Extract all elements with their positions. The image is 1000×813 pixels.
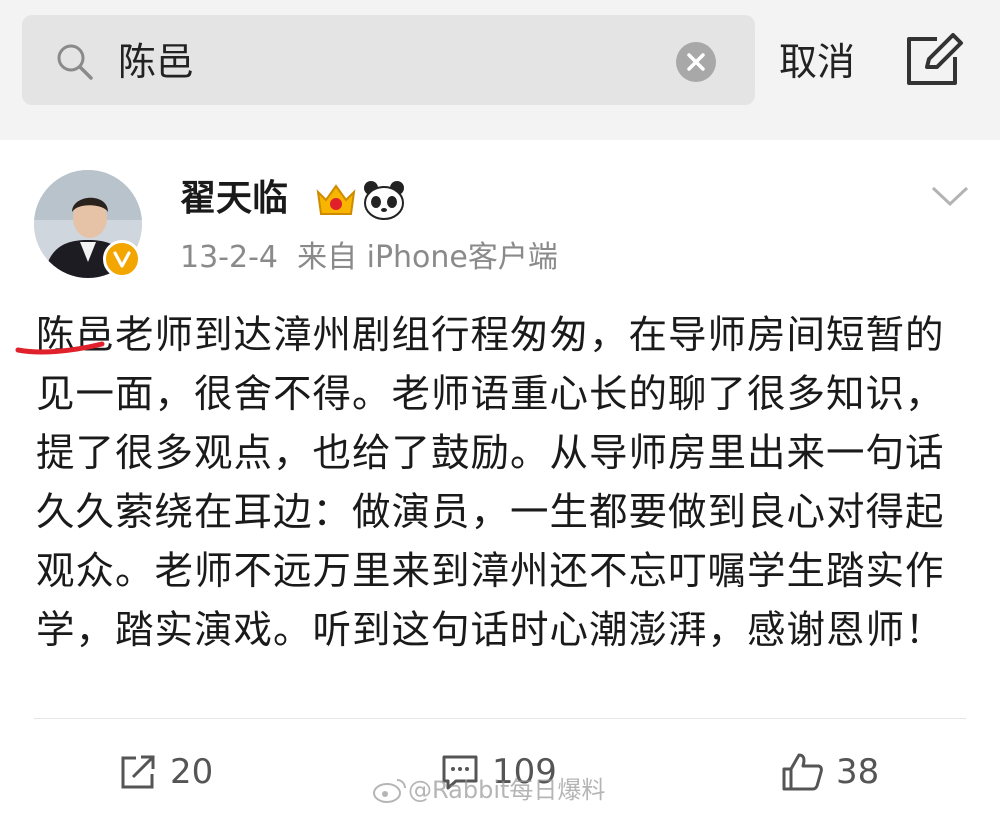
watermark: @Rabbit每日爆料 bbox=[372, 775, 605, 805]
search-input[interactable]: 陈邑 bbox=[118, 38, 194, 86]
cancel-button[interactable]: 取消 bbox=[779, 38, 855, 86]
like-button[interactable]: 38 bbox=[780, 750, 879, 794]
author-name[interactable]: 翟天临 bbox=[180, 176, 288, 222]
watermark-text: @Rabbit每日爆料 bbox=[408, 776, 606, 804]
divider bbox=[34, 718, 966, 719]
chevron-down-icon[interactable] bbox=[930, 184, 970, 208]
panda-icon bbox=[364, 181, 404, 220]
repost-icon bbox=[121, 755, 155, 789]
repost-button[interactable]: 20 bbox=[118, 750, 213, 794]
compose-icon[interactable] bbox=[903, 33, 965, 87]
like-icon bbox=[782, 753, 823, 791]
post-body-text: 老师到达漳州剧组行程匆匆，在导师房间短暂的见一面，很舍不得。老师语重心长的聊了很… bbox=[36, 313, 945, 653]
top-bar: 陈邑 取消 bbox=[0, 0, 1000, 130]
post-date: 13-2-4 bbox=[180, 240, 278, 275]
search-icon bbox=[57, 44, 93, 80]
post-body: 陈邑老师到达漳州剧组行程匆匆，在导师房间短暂的见一面，很舍不得。老师语重心长的聊… bbox=[36, 306, 956, 660]
post-meta: 13-2-4 来自 iPhone客户端 bbox=[180, 238, 558, 278]
like-count: 38 bbox=[836, 752, 880, 792]
clear-icon bbox=[687, 53, 705, 71]
red-underline-mark bbox=[15, 341, 105, 355]
verified-badge bbox=[103, 240, 141, 278]
post-source: 来自 iPhone客户端 bbox=[297, 240, 558, 275]
repost-count: 20 bbox=[170, 752, 214, 792]
crown-icon bbox=[316, 184, 356, 215]
verified-icon bbox=[113, 251, 131, 268]
post-card[interactable]: 翟天临 13-2-4 来自 iPhone客户端 陈邑老师到达漳州剧组行程匆匆，在… bbox=[0, 140, 1000, 813]
weibo-logo-icon bbox=[373, 779, 406, 803]
clear-search-button[interactable] bbox=[676, 42, 716, 82]
